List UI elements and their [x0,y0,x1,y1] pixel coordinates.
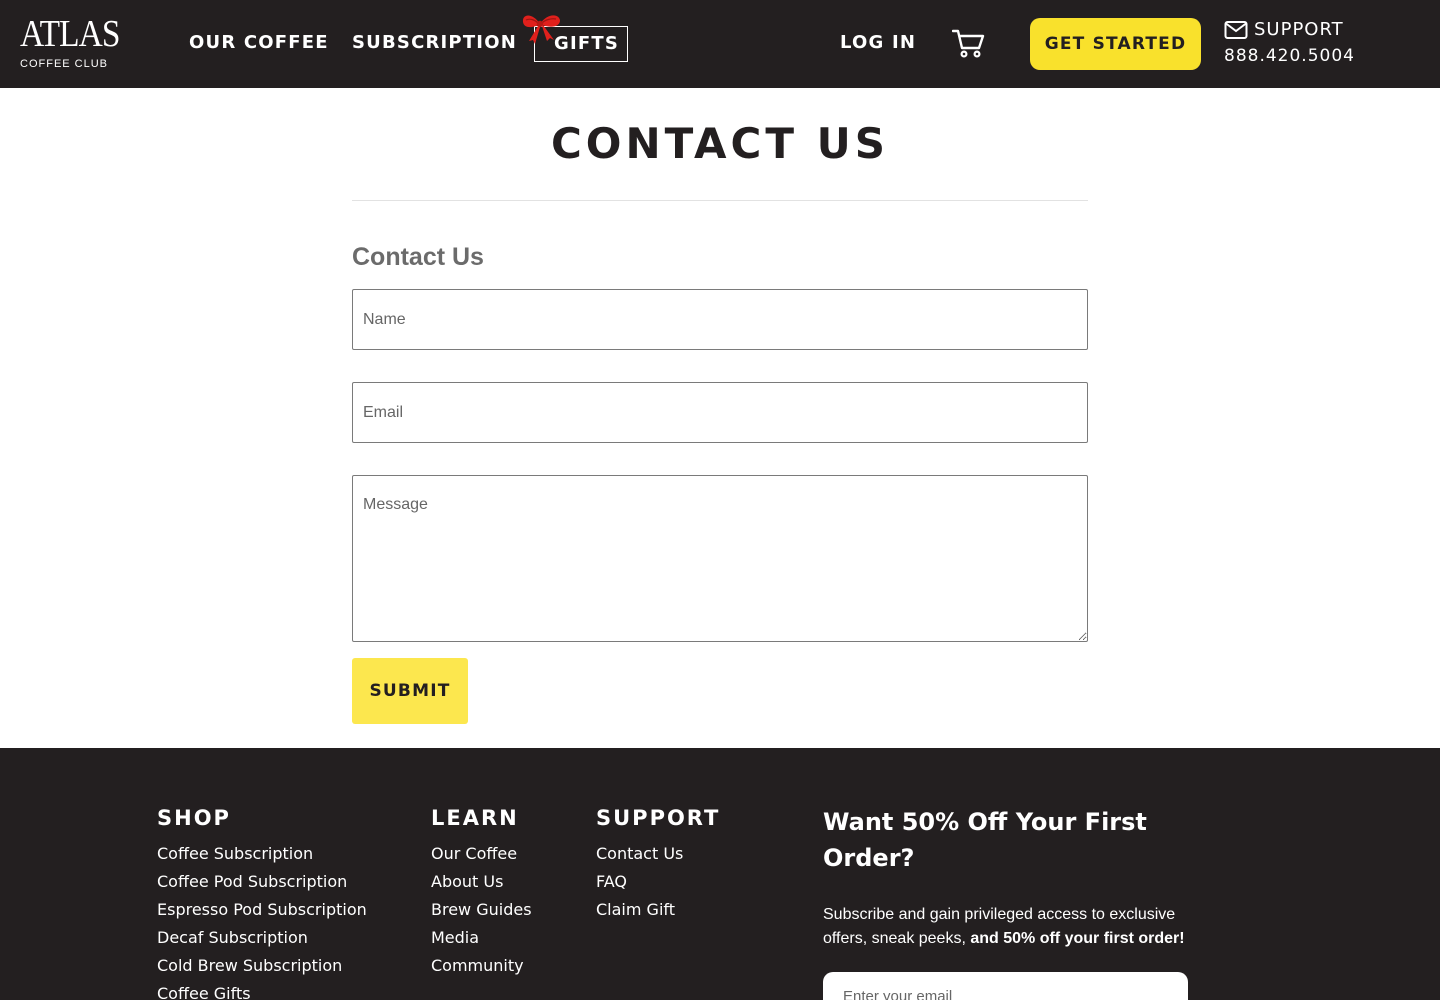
logo-subtitle: COFFEE CLUB [20,58,109,70]
atlas-coffee-club-logo[interactable]: ATLAS COFFEE CLUB [20,13,121,73]
nav-subscription[interactable]: SUBSCRIPTION [352,31,517,55]
nav-log-in[interactable]: LOG IN [840,31,916,55]
footer-shop-column: SHOP Coffee Subscription Coffee Pod Subs… [157,804,367,1000]
footer-link-about-us[interactable]: About Us [431,868,532,896]
footer-link-our-coffee[interactable]: Our Coffee [431,840,532,868]
newsletter-promo: Want 50% Off Your First Order? Subscribe… [823,804,1193,951]
footer-link-claim-gift[interactable]: Claim Gift [596,896,720,924]
footer-link-coffee-pod-subscription[interactable]: Coffee Pod Subscription [157,868,367,896]
footer-link-coffee-subscription[interactable]: Coffee Subscription [157,840,367,868]
promo-text: Subscribe and gain privileged access to … [823,903,1193,951]
promo-heading: Want 50% Off Your First Order? [823,808,1147,872]
support-label: SUPPORT [1254,19,1344,40]
get-started-button[interactable]: GET STARTED [1030,18,1201,70]
logo-wordmark: ATLAS [20,13,121,55]
site-header: ATLAS COFFEE CLUB OUR COFFEE SUBSCRIPTIO… [0,0,1440,88]
title-divider [352,200,1088,201]
mail-icon [1224,21,1248,39]
message-field[interactable] [352,475,1088,642]
bow-icon [522,15,560,44]
footer-link-contact-us[interactable]: Contact Us [596,840,720,868]
footer-shop-heading: SHOP [157,806,231,830]
footer-link-cold-brew-subscription[interactable]: Cold Brew Subscription [157,952,367,980]
footer-link-brew-guides[interactable]: Brew Guides [431,896,532,924]
footer-link-faq[interactable]: FAQ [596,868,720,896]
footer-link-community[interactable]: Community [431,952,532,980]
email-field[interactable] [352,382,1088,443]
nav-our-coffee[interactable]: OUR COFFEE [189,31,329,55]
newsletter-email-input[interactable] [823,972,1188,1000]
footer-link-decaf-subscription[interactable]: Decaf Subscription [157,924,367,952]
name-field[interactable] [352,289,1088,350]
form-heading: Contact Us [352,243,484,271]
cart-icon[interactable] [952,28,986,60]
footer-link-media[interactable]: Media [431,924,532,952]
site-footer: SHOP Coffee Subscription Coffee Pod Subs… [0,748,1440,1000]
promo-text-bold: and 50% off your first order! [970,930,1185,947]
submit-button[interactable]: SUBMIT [352,658,468,724]
support-phone[interactable]: 888.420.5004 [1224,44,1355,68]
page-title: CONTACT US [550,119,890,168]
footer-support-heading: SUPPORT [596,806,721,830]
footer-learn-column: LEARN Our Coffee About Us Brew Guides Me… [431,804,532,980]
footer-learn-heading: LEARN [431,806,519,830]
footer-link-espresso-pod-subscription[interactable]: Espresso Pod Subscription [157,896,367,924]
footer-link-coffee-gifts[interactable]: Coffee Gifts [157,980,367,1000]
footer-support-column: SUPPORT Contact Us FAQ Claim Gift [596,804,720,924]
